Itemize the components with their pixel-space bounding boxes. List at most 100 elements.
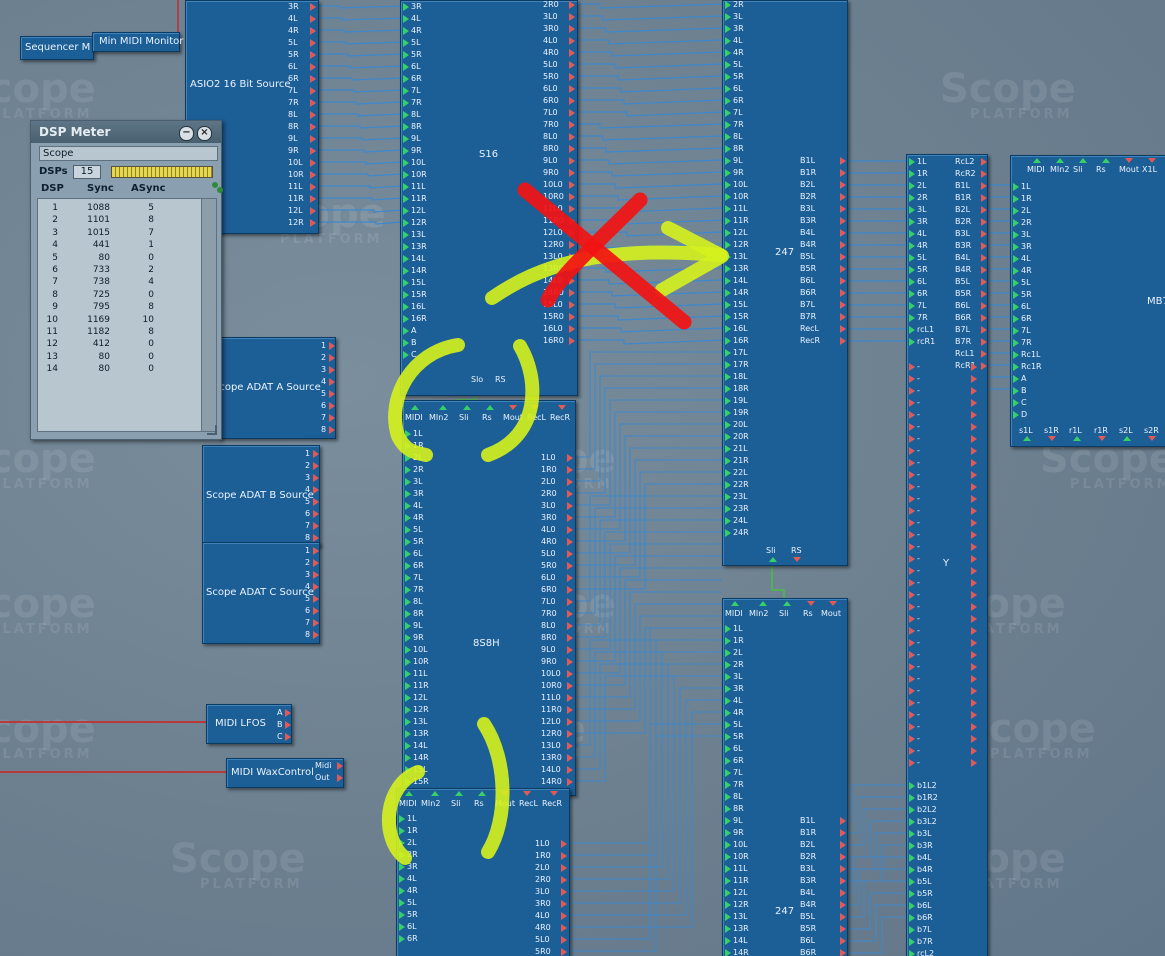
output-port-icon[interactable] [310, 195, 316, 203]
output-port-icon[interactable] [840, 265, 846, 273]
input-port-icon[interactable] [725, 745, 731, 753]
input-port-icon[interactable] [725, 145, 731, 153]
output-port-icon[interactable] [981, 314, 987, 322]
input-port-icon[interactable] [403, 195, 409, 203]
top-port-icon[interactable] [411, 405, 419, 410]
output-port-icon[interactable] [981, 182, 987, 190]
output-port-icon[interactable] [971, 543, 977, 551]
input-port-icon[interactable] [725, 385, 731, 393]
input-port-icon[interactable] [725, 889, 731, 897]
input-port-icon[interactable] [403, 75, 409, 83]
input-port-icon[interactable] [403, 99, 409, 107]
input-port-icon[interactable] [725, 709, 731, 717]
output-port-icon[interactable] [909, 435, 915, 443]
output-port-icon[interactable] [840, 277, 846, 285]
top-port-icon[interactable] [405, 791, 413, 796]
input-port-icon[interactable] [725, 913, 731, 921]
dsp-table[interactable]: 1 1088 5 2 1101 8 3 1015 7 4 441 1 5 80 0 6 733 2 7 738 4 8 72… [37, 198, 203, 432]
output-port-icon[interactable] [981, 242, 987, 250]
input-port-icon[interactable] [725, 301, 731, 309]
input-port-icon[interactable] [725, 181, 731, 189]
output-port-icon[interactable] [971, 687, 977, 695]
output-port-icon[interactable] [313, 486, 319, 494]
output-port-icon[interactable] [569, 205, 575, 213]
bottom-port-icon[interactable] [1148, 436, 1156, 441]
output-port-icon[interactable] [971, 567, 977, 575]
input-port-icon[interactable] [725, 13, 731, 21]
patch-cable[interactable] [574, 387, 722, 494]
output-port-icon[interactable] [909, 639, 915, 647]
output-port-icon[interactable] [569, 277, 575, 285]
output-port-icon[interactable] [561, 912, 567, 920]
input-port-icon[interactable] [1013, 279, 1019, 287]
output-port-icon[interactable] [569, 61, 575, 69]
output-port-icon[interactable] [909, 483, 915, 491]
input-port-icon[interactable] [405, 574, 411, 582]
input-port-icon[interactable] [405, 538, 411, 546]
input-port-icon[interactable] [909, 902, 915, 910]
input-port-icon[interactable] [1013, 375, 1019, 383]
patch-cable[interactable] [576, 219, 723, 225]
patch-cable[interactable] [574, 363, 722, 470]
input-port-icon[interactable] [909, 158, 915, 166]
output-port-icon[interactable] [569, 109, 575, 117]
top-port-icon[interactable] [1125, 158, 1133, 163]
output-port-icon[interactable] [567, 682, 573, 690]
patch-cable[interactable] [317, 209, 403, 213]
output-port-icon[interactable] [840, 889, 846, 897]
input-port-icon[interactable] [399, 887, 405, 895]
8s8h-mixer-module[interactable]: 8S8H MIDI MIn2 Sli Rs Mout RecL RecR 1L 1R 2L 2R 3L 3… [402, 375, 576, 796]
table-row[interactable]: 12 412 0 [38, 339, 202, 351]
input-port-icon[interactable] [725, 457, 731, 465]
top-port-icon[interactable] [1056, 158, 1064, 163]
midi-lfos-module[interactable]: MIDI LFOS A B C [206, 704, 292, 744]
patch-cable[interactable] [574, 543, 722, 650]
output-port-icon[interactable] [909, 591, 915, 599]
output-port-icon[interactable] [971, 579, 977, 587]
output-port-icon[interactable] [840, 217, 846, 225]
output-port-icon[interactable] [569, 181, 575, 189]
patch-cable[interactable] [576, 63, 723, 69]
output-port-icon[interactable] [569, 229, 575, 237]
input-port-icon[interactable] [405, 514, 411, 522]
output-port-icon[interactable] [971, 363, 977, 371]
input-port-icon[interactable] [403, 303, 409, 311]
output-port-icon[interactable] [971, 507, 977, 515]
y-module[interactable]: Y 1L 1R 2L 2R 3L 3R 4L 4R 5L 5R 6L 6R 7L 7R rcL1 rcR1 RcL… [906, 154, 988, 956]
output-port-icon[interactable] [569, 1, 575, 9]
output-port-icon[interactable] [981, 158, 987, 166]
patch-cable[interactable] [576, 51, 723, 57]
patch-cable[interactable] [576, 171, 723, 177]
output-port-icon[interactable] [971, 399, 977, 407]
output-port-icon[interactable] [840, 313, 846, 321]
input-port-icon[interactable] [403, 291, 409, 299]
patch-cable[interactable] [576, 327, 723, 333]
input-port-icon[interactable] [909, 182, 915, 190]
input-port-icon[interactable] [725, 217, 731, 225]
patch-cable[interactable] [576, 3, 723, 9]
input-port-icon[interactable] [1013, 231, 1019, 239]
input-port-icon[interactable] [1013, 363, 1019, 371]
patch-cable[interactable] [576, 303, 723, 309]
table-row[interactable]: 7 738 4 [38, 277, 202, 289]
output-port-icon[interactable] [981, 194, 987, 202]
input-port-icon[interactable] [405, 442, 411, 450]
output-port-icon[interactable] [840, 853, 846, 861]
input-port-icon[interactable] [725, 349, 731, 357]
input-port-icon[interactable] [725, 721, 731, 729]
output-port-icon[interactable] [971, 675, 977, 683]
patch-cable[interactable] [317, 197, 403, 201]
output-port-icon[interactable] [313, 583, 319, 591]
output-port-icon[interactable] [569, 325, 575, 333]
output-port-icon[interactable] [840, 841, 846, 849]
input-port-icon[interactable] [403, 231, 409, 239]
output-port-icon[interactable] [840, 301, 846, 309]
output-port-icon[interactable] [569, 73, 575, 81]
output-port-icon[interactable] [569, 25, 575, 33]
output-port-icon[interactable] [313, 631, 319, 639]
output-port-icon[interactable] [840, 229, 846, 237]
input-port-icon[interactable] [405, 550, 411, 558]
input-port-icon[interactable] [403, 339, 409, 347]
output-port-icon[interactable] [971, 663, 977, 671]
patch-cable[interactable] [576, 207, 723, 213]
